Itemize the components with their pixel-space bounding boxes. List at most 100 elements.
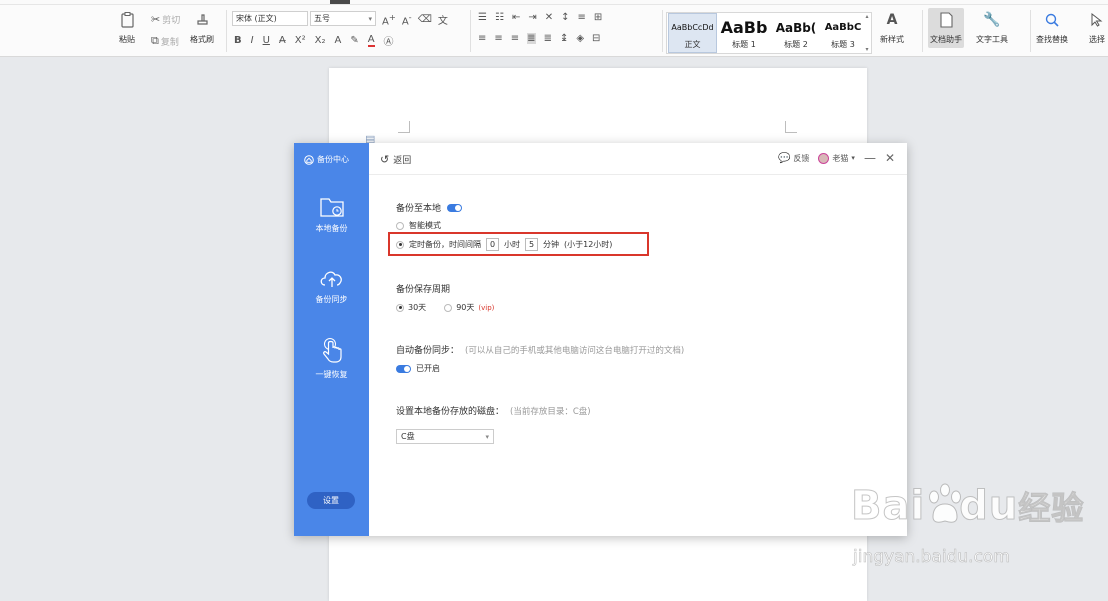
new-style-label: 新样式 [880, 35, 904, 44]
sort-icon[interactable]: ↕ [561, 12, 569, 23]
local-backup-toggle[interactable] [447, 203, 463, 212]
sidebar-item-one-click-restore[interactable]: 一键恢复 [294, 337, 369, 380]
ribbon-separator [922, 10, 923, 52]
disk-hint: (当前存放目录：C盘) [510, 406, 591, 417]
find-replace-label: 查找替换 [1036, 35, 1068, 44]
select-label: 选择 [1089, 35, 1105, 44]
ribbon-separator [226, 10, 227, 52]
backup-center-dialog: 备份中心 本地备份 备份同步 一键恢复 设置 ↺ 返回 💬 反馈 老猫 ▾ — … [294, 143, 907, 536]
subscript-icon[interactable]: X₂ [315, 35, 326, 46]
retention-30-label: 30天 [408, 303, 427, 312]
strikethrough-icon[interactable]: A̶ [279, 35, 286, 46]
auto-sync-toggle[interactable] [396, 364, 411, 373]
paintbrush-icon [193, 11, 211, 29]
sidebar-title-label: 备份中心 [317, 155, 349, 164]
distribute-icon[interactable]: ≣ [544, 33, 552, 44]
cloud-upload-icon [320, 271, 342, 287]
bullet-list-icon[interactable]: ☰ [478, 12, 487, 23]
disk-select[interactable]: C盘 ▾ [396, 429, 494, 444]
numbered-list-icon[interactable]: ☷ [495, 12, 504, 23]
auto-sync-status-label: 已开启 [416, 364, 440, 373]
text-tools-button[interactable]: 🔧 文字工具 [976, 11, 1008, 45]
copy-button[interactable]: ⧉ 复制 [151, 34, 179, 48]
grow-font-icon[interactable]: A+ [382, 12, 396, 27]
bold-icon[interactable]: B [234, 35, 242, 46]
justify-icon[interactable]: ≣ [527, 33, 536, 44]
phonetic-icon[interactable]: 文 [438, 12, 448, 27]
smart-mode-radio[interactable] [396, 221, 404, 230]
feedback-button[interactable]: 💬 反馈 [778, 153, 809, 164]
close-icon[interactable]: ✕ [885, 152, 895, 164]
underline-icon[interactable]: U [263, 35, 270, 46]
style-name: 标题 3 [831, 39, 855, 49]
smart-mode-label: 智能模式 [409, 221, 441, 230]
borders-icon[interactable]: ⊟ [592, 33, 600, 44]
chevron-up-icon: ▴ [865, 13, 869, 20]
local-backup-heading: 备份至本地 [396, 201, 463, 214]
style-heading-2[interactable]: AaBb( 标题 2 [771, 13, 821, 53]
retention-30-radio[interactable] [396, 303, 404, 312]
style-heading-3[interactable]: AaBbC 标题 3 [822, 13, 864, 53]
smart-mode-option[interactable]: 智能模式 [396, 220, 441, 231]
font-size-select[interactable]: 五号 ▾ [310, 11, 376, 26]
text-tools-label: 文字工具 [976, 35, 1008, 44]
superscript-icon[interactable]: X² [295, 35, 306, 46]
format-painter-button[interactable]: 格式刷 [190, 11, 214, 45]
align-left-icon[interactable]: ≡ [478, 33, 486, 44]
increase-indent-icon[interactable]: ⇥ [528, 12, 536, 23]
disk-title: 设置本地备份存放的磁盘： [396, 407, 505, 417]
disk-select-value: C盘 [401, 432, 415, 441]
new-style-button[interactable]: A 新样式 [880, 11, 904, 45]
style-normal[interactable]: AaBbCcDd 正文 [668, 13, 717, 53]
highlight-icon[interactable]: ✎ [350, 35, 358, 46]
chevron-down-icon: ▾ [851, 154, 855, 162]
table-icon[interactable]: ⊞ [594, 12, 602, 23]
backup-sidebar: 备份中心 本地备份 备份同步 一键恢复 设置 [294, 143, 369, 536]
decrease-indent-icon[interactable]: ⇤ [512, 12, 520, 23]
shading-icon[interactable]: ◈ [576, 33, 584, 44]
retention-90-radio[interactable] [444, 303, 453, 312]
scissors-icon: ✂ [151, 13, 161, 26]
doc-assistant-button[interactable]: 文档助手 [928, 8, 964, 48]
backup-settings-panel: 备份至本地 智能模式 定时备份，时间间隔 0 小时 5 分钟 (小于12小时) … [369, 175, 907, 536]
align-center-icon[interactable]: ≡ [494, 33, 502, 44]
line-spacing-icon[interactable]: ↨ [560, 33, 568, 44]
select-button[interactable]: 选择 [1088, 11, 1106, 45]
copy-label: 复制 [160, 37, 179, 48]
shrink-font-icon[interactable]: A- [402, 12, 412, 27]
cut-button[interactable]: ✂ 剪切 [151, 13, 180, 26]
auto-sync-status: 已开启 [396, 363, 440, 374]
clear-format-icon[interactable]: ⌫ [418, 14, 432, 25]
paste-button[interactable]: 粘贴 [118, 11, 136, 45]
watermark-brand-part: Bai [850, 483, 926, 530]
vip-badge: (vip) [478, 303, 495, 312]
settings-button[interactable]: 设置 [307, 492, 355, 509]
minimize-icon[interactable]: — [864, 152, 876, 164]
baidu-jingyan-watermark: Bai du经验 jingyan.baidu.com [850, 483, 1101, 583]
find-replace-button[interactable]: 查找替换 [1036, 11, 1068, 45]
align-right-icon[interactable]: ≡ [511, 33, 519, 44]
list-indent-group: ☰ ☷ ⇤ ⇥ ✕ ↕ ≡ ⊞ [478, 12, 602, 23]
sidebar-item-local-backup[interactable]: 本地备份 [294, 195, 369, 234]
sidebar-item-backup-sync[interactable]: 备份同步 [294, 266, 369, 305]
text-effect-icon[interactable]: A [334, 35, 341, 46]
font-color-icon[interactable]: A [367, 34, 375, 47]
chinese-layout-icon[interactable]: ✕ [545, 12, 553, 23]
alignment-group: ≡ ≡ ≡ ≣ ≣ ↨ ◈ ⊟ [478, 33, 600, 44]
italic-icon[interactable]: I [251, 35, 254, 46]
styles-gallery: AaBbCcDd 正文 AaBb 标题 1 AaBb( 标题 2 AaBbC 标… [666, 12, 872, 54]
ribbon-toolbar: 粘贴 ✂ 剪切 ⧉ 复制 格式刷 宋体 (正文) 五号 ▾ A+ A- ⌫ 文 B I… [0, 5, 1108, 57]
user-menu[interactable]: 老猫 ▾ [818, 152, 855, 164]
back-button[interactable]: ↺ 返回 [380, 153, 411, 166]
local-backup-title: 备份至本地 [396, 204, 442, 214]
active-tab-marker [330, 0, 350, 4]
char-border-icon[interactable]: Ⓐ [384, 33, 394, 48]
auto-sync-heading: 自动备份同步： (可以从自己的手机或其他电脑访问这台电脑打开过的文档) [396, 343, 684, 357]
style-heading-1[interactable]: AaBb 标题 1 [719, 13, 769, 53]
sidebar-item-label: 备份同步 [315, 295, 348, 304]
show-marks-icon[interactable]: ≡ [578, 12, 586, 23]
gallery-scroll[interactable]: ▴ ▾ [863, 13, 871, 53]
retention-heading: 备份保存周期 [396, 282, 450, 295]
style-preview: AaBbCcDd [671, 23, 714, 32]
font-family-select[interactable]: 宋体 (正文) [232, 11, 308, 26]
